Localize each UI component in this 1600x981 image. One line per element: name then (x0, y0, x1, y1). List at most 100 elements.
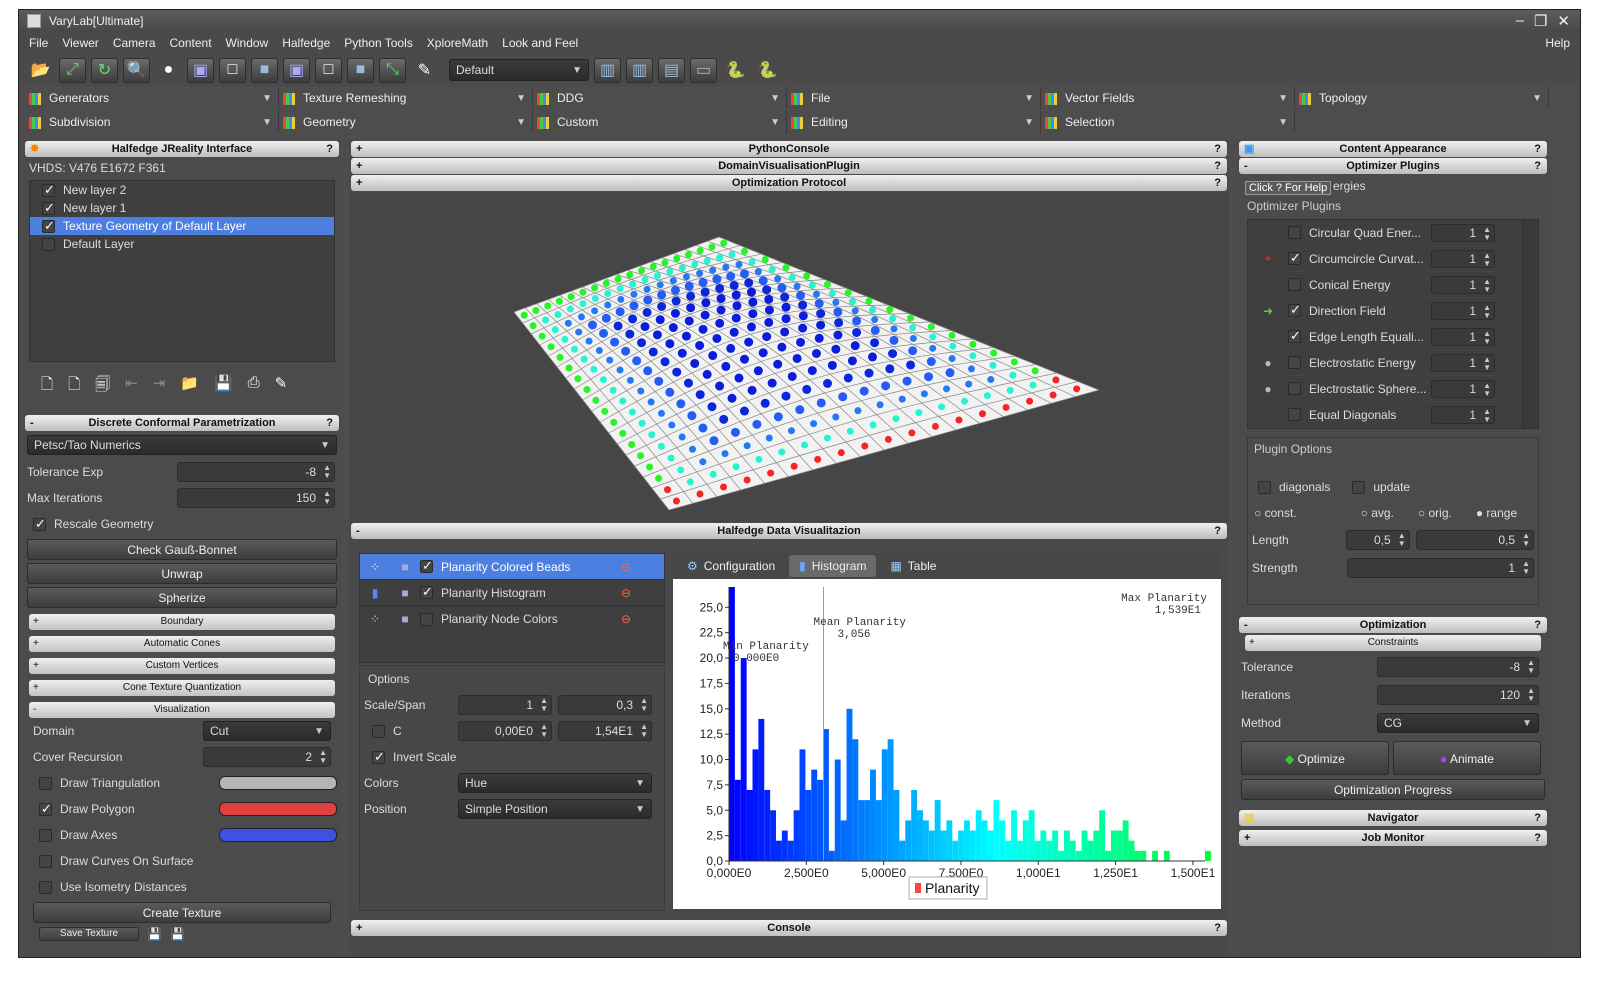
help-icon[interactable]: ? (1214, 175, 1221, 191)
help-icon[interactable]: ? (1534, 830, 1541, 846)
plugin-row[interactable]: ● Electrostatic Sphere... 1 ▲ ▼ (1248, 376, 1538, 402)
colors-combo[interactable]: Hue ▼ (458, 773, 652, 793)
domain-vis-header[interactable]: + DomainVisualisationPlugin? (351, 158, 1227, 174)
save-icon[interactable]: 💾 (147, 927, 162, 941)
menu-xploremath[interactable]: XploreMath (427, 36, 488, 50)
vis-item-checkbox[interactable] (420, 558, 433, 574)
opt-iterations-field[interactable]: 120 ▲ ▼ (1377, 685, 1539, 705)
invert-scale-row[interactable]: Invert Scale (360, 744, 664, 770)
cat-file[interactable]: File ▼ (787, 87, 1041, 109)
menu-content[interactable]: Content (170, 36, 212, 50)
help-icon[interactable]: ? (1534, 617, 1541, 633)
expand-icon[interactable]: ⤡ (379, 57, 406, 83)
numerics-combo[interactable]: Petsc/Tao Numerics ▼ (27, 435, 337, 455)
layout-4-icon[interactable]: ▭ (690, 57, 717, 83)
pen-icon[interactable]: ✎ (411, 58, 438, 83)
layer-checkbox[interactable] (42, 182, 55, 198)
range-radio[interactable]: ● range (1476, 506, 1517, 520)
job-monitor-header[interactable]: + Job Monitor? (1239, 830, 1547, 846)
navigator-header[interactable]: ▤ Navigator? (1239, 810, 1547, 826)
menu-halfedge[interactable]: Halfedge (282, 36, 330, 50)
section-cone-texture[interactable]: + Cone Texture Quantization (29, 680, 335, 696)
layer-checkbox[interactable] (42, 218, 55, 234)
animate-button[interactable]: ● Animate (1393, 741, 1541, 775)
menu-help[interactable]: Help (1545, 36, 1570, 50)
layout-3-icon[interactable]: ▤ (658, 57, 685, 83)
copy-layer-icon[interactable]: 🗐 (95, 374, 110, 399)
polygon-color-button[interactable] (219, 802, 337, 816)
cat-topology[interactable]: Topology ▼ (1295, 87, 1549, 109)
cat-texture-remeshing[interactable]: Texture Remeshing ▼ (279, 87, 533, 109)
layer-item[interactable]: New layer 2 (30, 181, 334, 199)
plugin-weight-field[interactable]: 1 ▲ ▼ (1431, 275, 1495, 294)
tab-table[interactable]: ▦ Table (880, 555, 946, 577)
view-5-icon[interactable]: □ (315, 57, 342, 83)
layer-item[interactable]: New layer 1 (30, 199, 334, 217)
section-visualization[interactable]: - Visualization (29, 702, 335, 718)
draw-axes-checkbox[interactable] (39, 828, 52, 842)
position-combo[interactable]: Simple Position ▼ (458, 799, 652, 819)
cat-ddg[interactable]: DDG ▼ (533, 87, 787, 109)
scale-field[interactable]: 1 ▲ ▼ (458, 695, 552, 715)
plugin-scrollbar[interactable] (1522, 220, 1538, 428)
save-texture-button[interactable]: Save Texture (39, 927, 139, 941)
help-icon[interactable]: ? (326, 141, 333, 157)
menu-window[interactable]: Window (226, 36, 269, 50)
layer-item-selected[interactable]: Texture Geometry of Default Layer (30, 217, 334, 235)
c-max-field[interactable]: 1,54E1 ▲ ▼ (558, 721, 652, 741)
c-min-field[interactable]: 0,00E0 ▲ ▼ (458, 721, 552, 741)
menu-python-tools[interactable]: Python Tools (344, 36, 413, 50)
view-1-icon[interactable]: ▣ (187, 57, 214, 83)
plugin-row[interactable]: ➜ Direction Field 1▲▼ (1248, 298, 1538, 324)
plugin-weight-field[interactable]: 1 ▲ ▼ (1431, 223, 1495, 242)
close-icon[interactable]: ✕ (1557, 12, 1570, 30)
new-layer-icon[interactable]: 🗋 (41, 374, 53, 399)
section-automatic-cones[interactable]: + Automatic Cones (29, 636, 335, 652)
python-2-icon[interactable]: 🐍 (754, 58, 781, 83)
plugin-checkbox[interactable] (1288, 250, 1301, 266)
help-icon[interactable]: ? (1534, 810, 1541, 826)
max-iterations-field[interactable]: 150 ▲ ▼ (177, 488, 335, 508)
plugin-row[interactable]: Conical Energy 1 ▲ ▼ (1248, 272, 1538, 298)
vis-item-histogram[interactable]: ▮■Planarity Histogram⊖ (360, 580, 664, 606)
menu-look-and-feel[interactable]: Look and Feel (502, 36, 578, 50)
plugin-checkbox[interactable] (1288, 226, 1301, 239)
open-folder-icon[interactable]: 📂 (27, 58, 54, 83)
reset-icon[interactable]: ↻ (91, 57, 118, 83)
plugin-row[interactable]: Equal Diagonals 1 ▲ ▼ (1248, 402, 1538, 428)
tab-histogram[interactable]: ▮ Histogram (789, 555, 877, 577)
save-as-icon[interactable]: 💾 (170, 927, 185, 941)
create-texture-button[interactable]: Create Texture (33, 902, 331, 923)
const-radio[interactable]: ○ const. (1254, 506, 1297, 520)
cat-geometry[interactable]: Geometry ▼ (279, 111, 533, 133)
plugin-row[interactable]: Circular Quad Ener... 1 ▲ ▼ (1248, 220, 1538, 246)
plugin-row[interactable]: ⌖ Circumcircle Curvat... 1▲▼ (1248, 246, 1538, 272)
section-custom-vertices[interactable]: + Custom Vertices (29, 658, 335, 674)
menu-viewer[interactable]: Viewer (62, 36, 98, 50)
plugin-checkbox[interactable] (1288, 356, 1301, 369)
help-icon[interactable]: ? (1534, 141, 1541, 157)
plugin-checkbox[interactable] (1288, 302, 1301, 318)
python-console-header[interactable]: + PythonConsole? (351, 141, 1227, 157)
orig-radio[interactable]: ○ orig. (1418, 506, 1452, 520)
use-isometry-checkbox[interactable] (39, 880, 52, 894)
help-icon[interactable]: ? (1214, 523, 1221, 539)
menu-file[interactable]: File (29, 36, 48, 50)
help-icon[interactable]: ? (326, 415, 333, 431)
triangulation-color-button[interactable] (219, 776, 337, 790)
scene-combo[interactable]: Default ▼ (449, 59, 589, 81)
tab-configuration[interactable]: ⚙ Configuration (677, 555, 785, 577)
optimize-button[interactable]: ◆ Optimize (1241, 741, 1389, 775)
menu-camera[interactable]: Camera (113, 36, 156, 50)
update-checkbox[interactable] (1352, 481, 1366, 495)
folder-icon[interactable]: 📁 (180, 374, 199, 399)
plugin-checkbox[interactable] (1288, 328, 1301, 344)
method-combo[interactable]: CG ▼ (1377, 713, 1539, 733)
cat-vector-fields[interactable]: Vector Fields ▼ (1041, 87, 1295, 109)
vis-item-beads[interactable]: ⁘■Planarity Colored Beads⊖ (360, 554, 664, 580)
console-header[interactable]: + Console? (351, 920, 1227, 936)
tolerance-exp-field[interactable]: -8 ▲ ▼ (177, 462, 335, 482)
layout-2-icon[interactable]: ▥ (626, 57, 653, 83)
move-down-icon[interactable]: ⇥ (153, 374, 166, 399)
optimization-header[interactable]: - Optimization? (1239, 617, 1547, 633)
